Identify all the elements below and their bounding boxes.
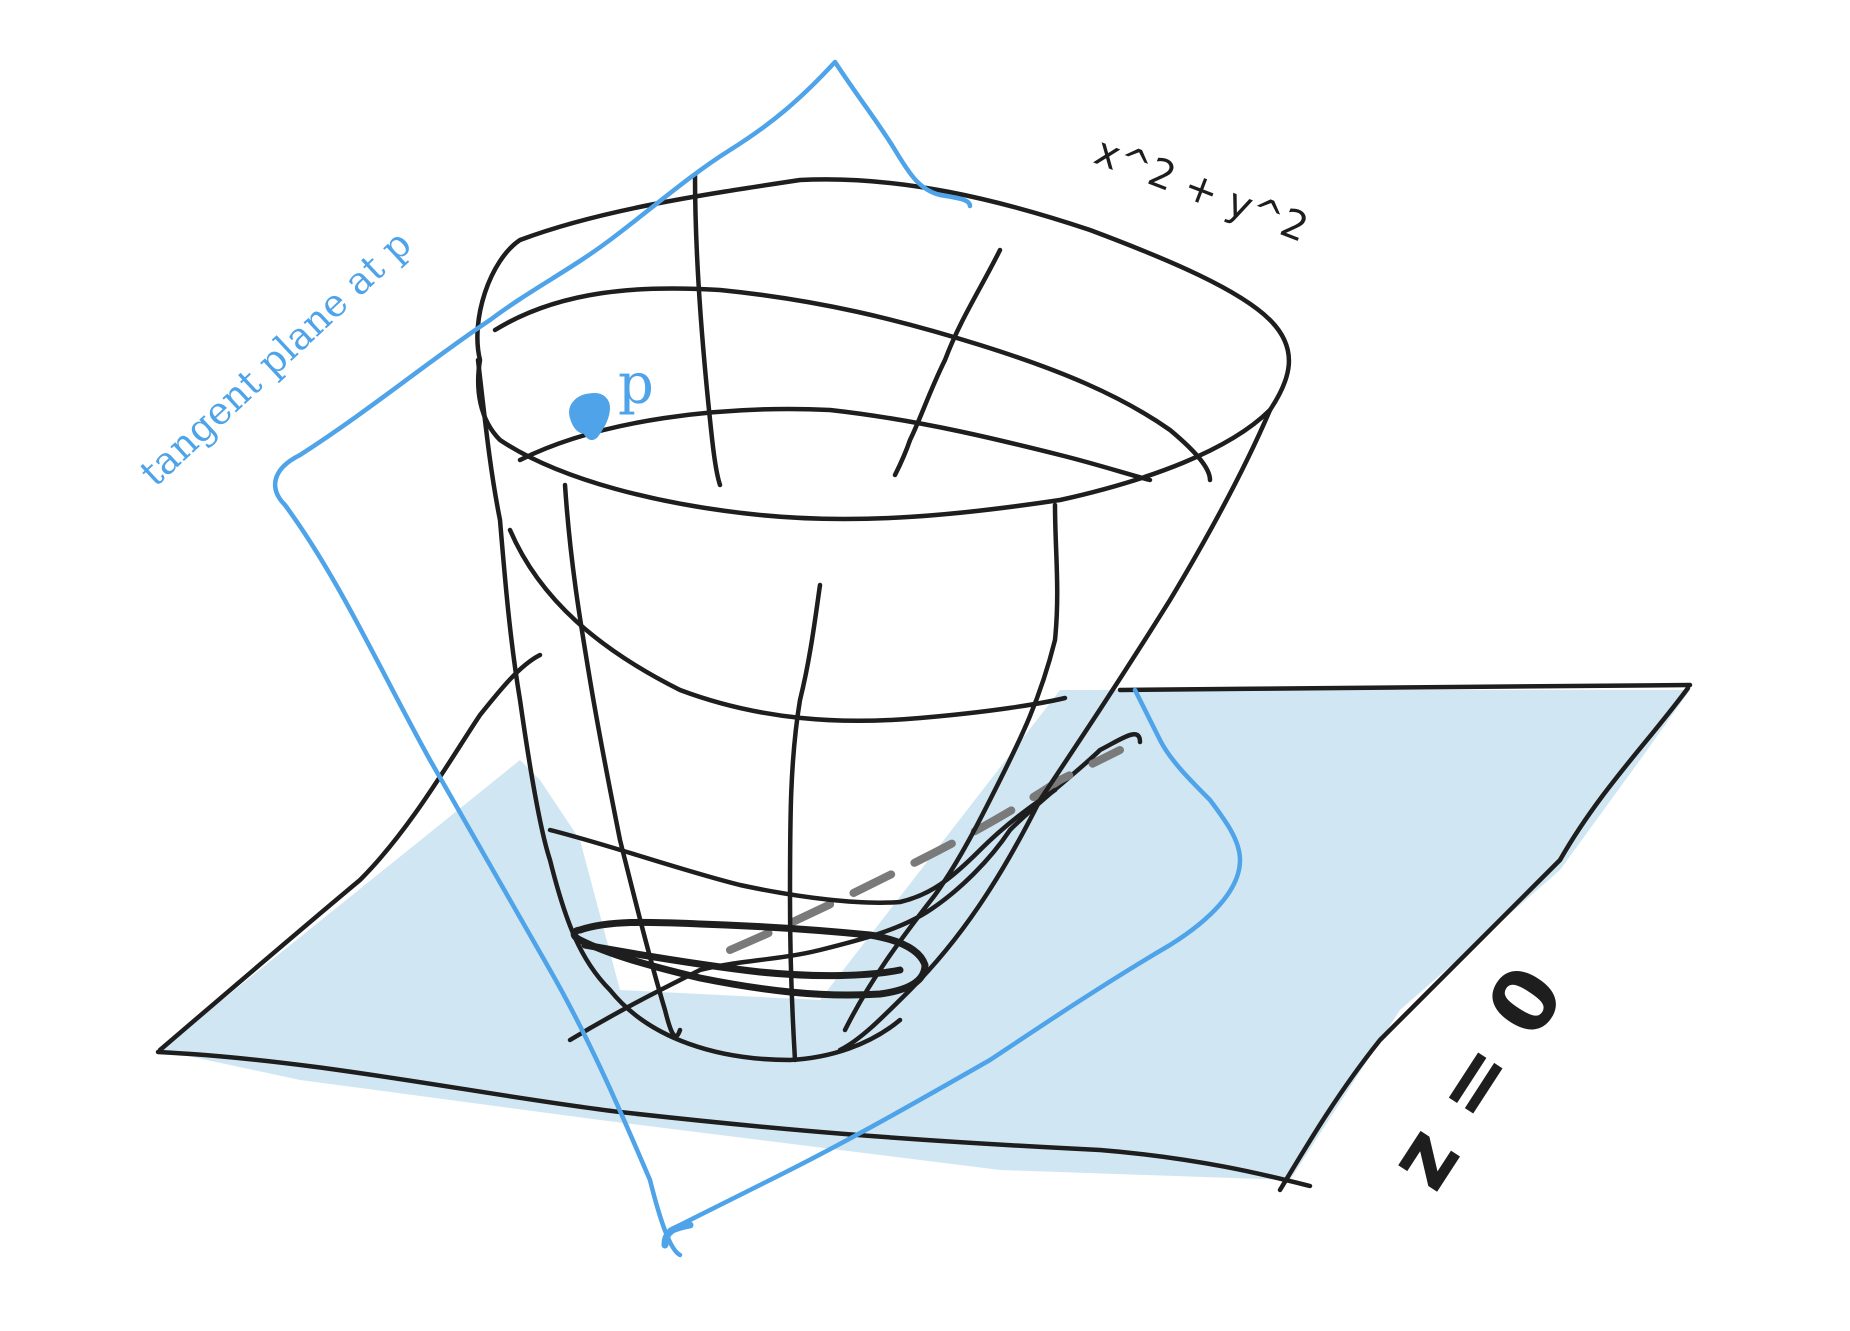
surface-equation-label: x^2 + y^2	[1088, 128, 1314, 251]
paraboloid-meridian-1	[692, 172, 723, 488]
point-p-label: p	[618, 352, 654, 417]
paraboloid-top-rim	[475, 177, 1292, 522]
sketch-canvas: tangent plane at p p x^2 + y^2 z = 0	[131, 59, 1693, 1258]
paraboloid-upper-ring	[492, 286, 1213, 483]
paraboloid-middle-ring	[517, 406, 1153, 483]
paraboloid-meridian-2	[892, 247, 1003, 478]
tangent-plane-label: tangent plane at p	[131, 221, 420, 494]
ground-plane-back-edge	[1117, 682, 1693, 693]
